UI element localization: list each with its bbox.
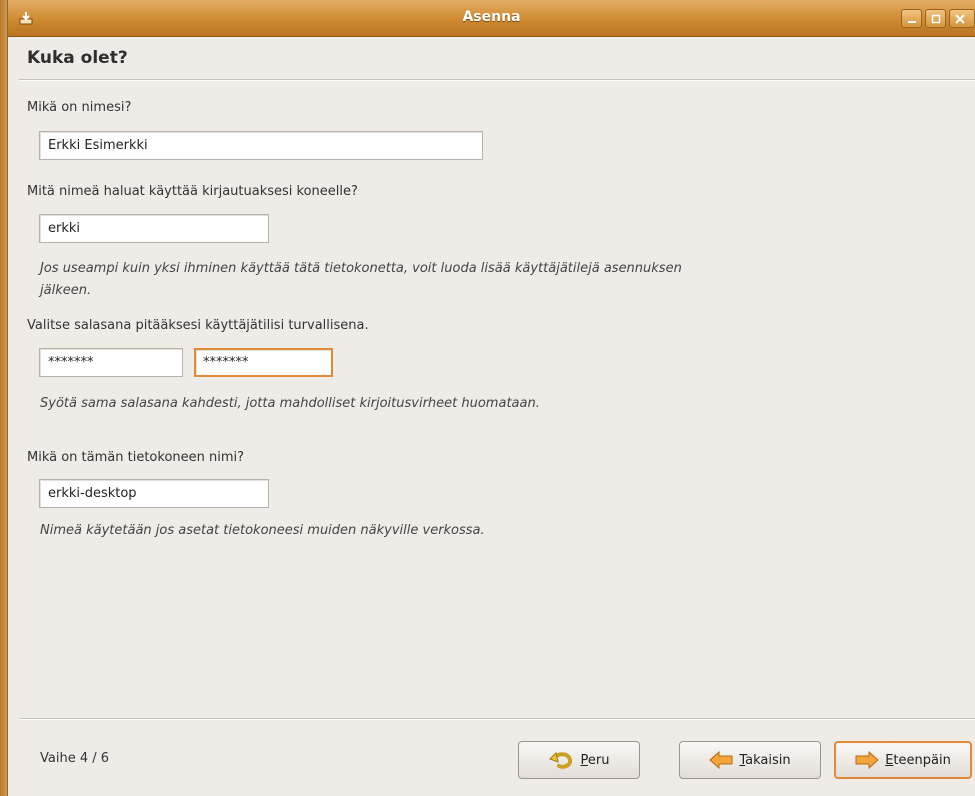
password-hint: Syötä sama salasana kahdesti, jotta mahd… — [40, 396, 540, 411]
password-input[interactable] — [39, 348, 183, 377]
window-title: Asenna — [462, 9, 521, 25]
maximize-button[interactable] — [925, 9, 946, 28]
full-name-input[interactable] — [39, 131, 483, 160]
password-label: Valitse salasana pitääksesi käyttäjätili… — [27, 318, 369, 333]
username-hint-line-1: Jos useampi kuin yksi ihminen käyttää tä… — [40, 261, 682, 276]
cancel-button[interactable]: Peru — [518, 741, 640, 779]
title-bar[interactable]: Asenna — [8, 0, 975, 37]
arrow-right-icon — [855, 751, 879, 769]
header-divider — [19, 79, 975, 80]
installer-window: Asenna Kuka olet? Mikä on nimesi? Mitä n… — [8, 0, 975, 796]
cancel-button-label: Peru — [580, 752, 610, 768]
desktop-background — [0, 0, 8, 796]
full-name-label: Mikä on nimesi? — [27, 100, 132, 115]
forward-button-label: Eteenpäin — [885, 752, 951, 768]
step-indicator: Vaihe 4 / 6 — [40, 751, 110, 766]
back-button[interactable]: Takaisin — [679, 741, 821, 779]
password-confirm-input[interactable] — [194, 348, 333, 377]
minimize-button[interactable] — [901, 9, 922, 28]
back-button-label: Takaisin — [739, 752, 791, 768]
arrow-left-icon — [709, 751, 733, 769]
minimize-icon — [908, 21, 916, 23]
close-button[interactable] — [949, 9, 975, 28]
close-icon — [955, 14, 965, 24]
undo-arrow-icon — [548, 752, 572, 769]
page-title: Kuka olet? — [27, 48, 128, 68]
computer-name-label: Mikä on tämän tietokoneen nimi? — [27, 450, 245, 465]
computer-name-input[interactable] — [39, 479, 269, 508]
computer-name-hint: Nimeä käytetään jos asetat tietokoneesi … — [40, 523, 485, 538]
footer-divider — [19, 718, 975, 719]
username-input[interactable] — [39, 214, 269, 243]
username-label: Mitä nimeä haluat käyttää kirjautuaksesi… — [27, 184, 358, 199]
maximize-icon — [931, 14, 941, 24]
username-hint-line-2: jälkeen. — [40, 283, 92, 298]
forward-button[interactable]: Eteenpäin — [834, 741, 972, 779]
